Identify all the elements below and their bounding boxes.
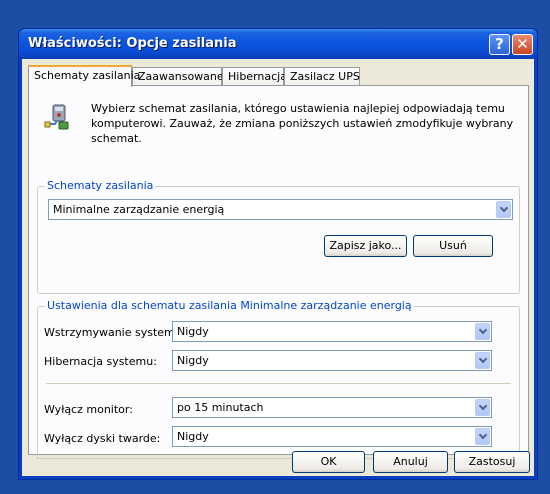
ok-button[interactable]: OK: [292, 451, 365, 473]
power-schemes-group: Schematy zasilania Minimalne zarządzanie…: [37, 179, 520, 294]
scheme-settings-group: Ustawienia dla schematu zasilania Minima…: [37, 299, 520, 459]
window-title: Właściwości: Opcje zasilania: [28, 36, 237, 51]
monitor-label: Wyłącz monitor:: [44, 403, 133, 416]
hibernate-label: Hibernacja systemu:: [44, 355, 157, 368]
save-as-button[interactable]: Zapisz jako...: [324, 235, 407, 257]
cancel-button[interactable]: Anuluj: [373, 451, 448, 473]
power-scheme-value: Minimalne zarządzanie energią: [53, 203, 225, 216]
standby-select[interactable]: Nigdy: [172, 321, 492, 342]
title-bar[interactable]: Właściwości: Opcje zasilania ? ✕: [19, 29, 537, 59]
power-scheme-select[interactable]: Minimalne zarządzanie energią: [48, 199, 513, 220]
power-options-icon: [44, 104, 69, 130]
dialog-client-area: Schematy zasilania Zaawansowane Hibernac…: [22, 59, 534, 476]
chevron-down-icon[interactable]: [496, 201, 511, 218]
scheme-settings-legend: Ustawienia dla schematu zasilania Minima…: [45, 299, 414, 312]
chevron-down-icon[interactable]: [475, 323, 490, 340]
disks-label: Wyłącz dyski twarde:: [44, 432, 161, 445]
standby-value: Nigdy: [177, 325, 209, 338]
tab-panel: Wybierz schemat zasilania, którego ustaw…: [28, 85, 529, 459]
monitor-select[interactable]: po 15 minutach: [172, 397, 492, 418]
chevron-down-icon[interactable]: [475, 352, 490, 369]
disks-value: Nigdy: [177, 430, 209, 443]
chevron-down-icon[interactable]: [475, 399, 490, 416]
tab-advanced[interactable]: Zaawansowane: [132, 67, 224, 86]
delete-button[interactable]: Usuń: [413, 235, 493, 257]
power-schemes-legend: Schematy zasilania: [45, 179, 156, 192]
chevron-down-icon[interactable]: [475, 428, 490, 445]
disks-select[interactable]: Nigdy: [172, 426, 492, 447]
tab-hibernation[interactable]: Hibernacja: [222, 67, 287, 86]
hibernate-select[interactable]: Nigdy: [172, 350, 492, 371]
tab-ups[interactable]: Zasilacz UPS: [284, 67, 360, 86]
help-button[interactable]: ?: [489, 34, 510, 55]
tab-power-schemes[interactable]: Schematy zasilania: [28, 65, 140, 87]
close-button[interactable]: ✕: [512, 34, 533, 55]
power-options-dialog: Właściwości: Opcje zasilania ? ✕ Schemat…: [18, 28, 538, 480]
monitor-value: po 15 minutach: [177, 401, 264, 414]
intro-text: Wybierz schemat zasilania, którego ustaw…: [91, 102, 514, 145]
standby-label: Wstrzymywanie systemu:: [44, 326, 186, 339]
apply-button[interactable]: Zastosuj: [454, 451, 530, 473]
hibernate-value: Nigdy: [177, 354, 209, 367]
settings-separator: [46, 383, 511, 384]
